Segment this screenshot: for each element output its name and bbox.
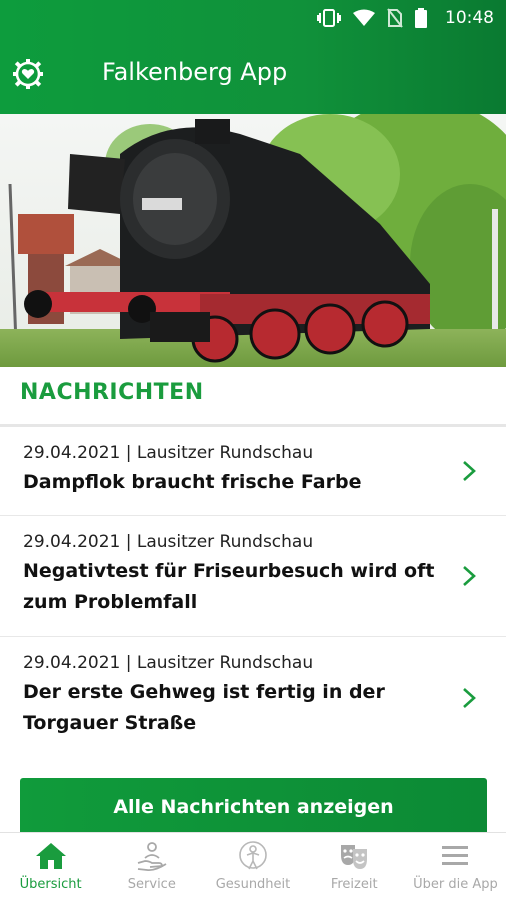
battery-icon xyxy=(415,8,427,28)
top-bar: 10:48 Falkenberg App xyxy=(0,0,506,114)
health-icon xyxy=(239,841,267,870)
nav-item-freizeit[interactable]: Freizeit xyxy=(304,833,405,900)
chevron-right-icon xyxy=(463,566,476,586)
news-item[interactable]: 29.04.2021 | Lausitzer Rundschau Negativ… xyxy=(0,516,506,637)
app-title: Falkenberg App xyxy=(102,58,288,86)
all-news-button[interactable]: Alle Nachrichten anzeigen xyxy=(20,778,487,836)
service-hand-icon xyxy=(137,842,167,872)
status-icons: 10:48 xyxy=(317,6,494,30)
news-item[interactable]: 29.04.2021 | Lausitzer Rundschau Dampflo… xyxy=(0,427,506,516)
nav-label: Gesundheit xyxy=(215,877,291,892)
news-title: Negativtest für Friseurbesuch wird oft z… xyxy=(23,560,435,613)
nav-label: Übersicht xyxy=(19,877,82,892)
bottom-nav: Übersicht Service Gesundheit Freizeit Üb… xyxy=(0,832,506,900)
news-title: Dampflok braucht frische Farbe xyxy=(23,471,362,493)
heart-gear-icon[interactable] xyxy=(12,58,44,90)
hero-image xyxy=(0,114,506,367)
news-list: 29.04.2021 | Lausitzer Rundschau Dampflo… xyxy=(0,427,506,758)
menu-icon xyxy=(442,846,469,865)
news-title: Der erste Gehweg ist fertig in der Torga… xyxy=(23,681,385,734)
nav-item-service[interactable]: Service xyxy=(101,833,202,900)
chevron-right-icon xyxy=(463,687,476,708)
home-icon xyxy=(35,843,66,869)
news-heading: NACHRICHTEN xyxy=(20,380,204,405)
news-meta: 29.04.2021 | Lausitzer Rundschau xyxy=(23,653,314,673)
news-meta: 29.04.2021 | Lausitzer Rundschau xyxy=(23,443,314,463)
no-sim-icon xyxy=(387,8,403,28)
theater-masks-icon xyxy=(341,845,368,869)
news-meta: 29.04.2021 | Lausitzer Rundschau xyxy=(23,532,314,552)
nav-item-gesundheit[interactable]: Gesundheit xyxy=(202,833,303,900)
nav-item-ueber-die-app[interactable]: Über die App xyxy=(405,833,506,900)
chevron-right-icon xyxy=(463,461,476,481)
vibrate-icon xyxy=(317,9,341,27)
status-time: 10:48 xyxy=(445,8,494,28)
news-item[interactable]: 29.04.2021 | Lausitzer Rundschau Der ers… xyxy=(0,637,506,758)
nav-label: Über die App xyxy=(413,877,498,892)
app-bar: Falkenberg App xyxy=(0,40,506,110)
nav-label: Service xyxy=(127,877,176,892)
status-bar: 10:48 xyxy=(0,0,506,36)
nav-item-uebersicht[interactable]: Übersicht xyxy=(0,833,101,900)
nav-label: Freizeit xyxy=(330,877,378,892)
wifi-icon xyxy=(353,9,375,26)
